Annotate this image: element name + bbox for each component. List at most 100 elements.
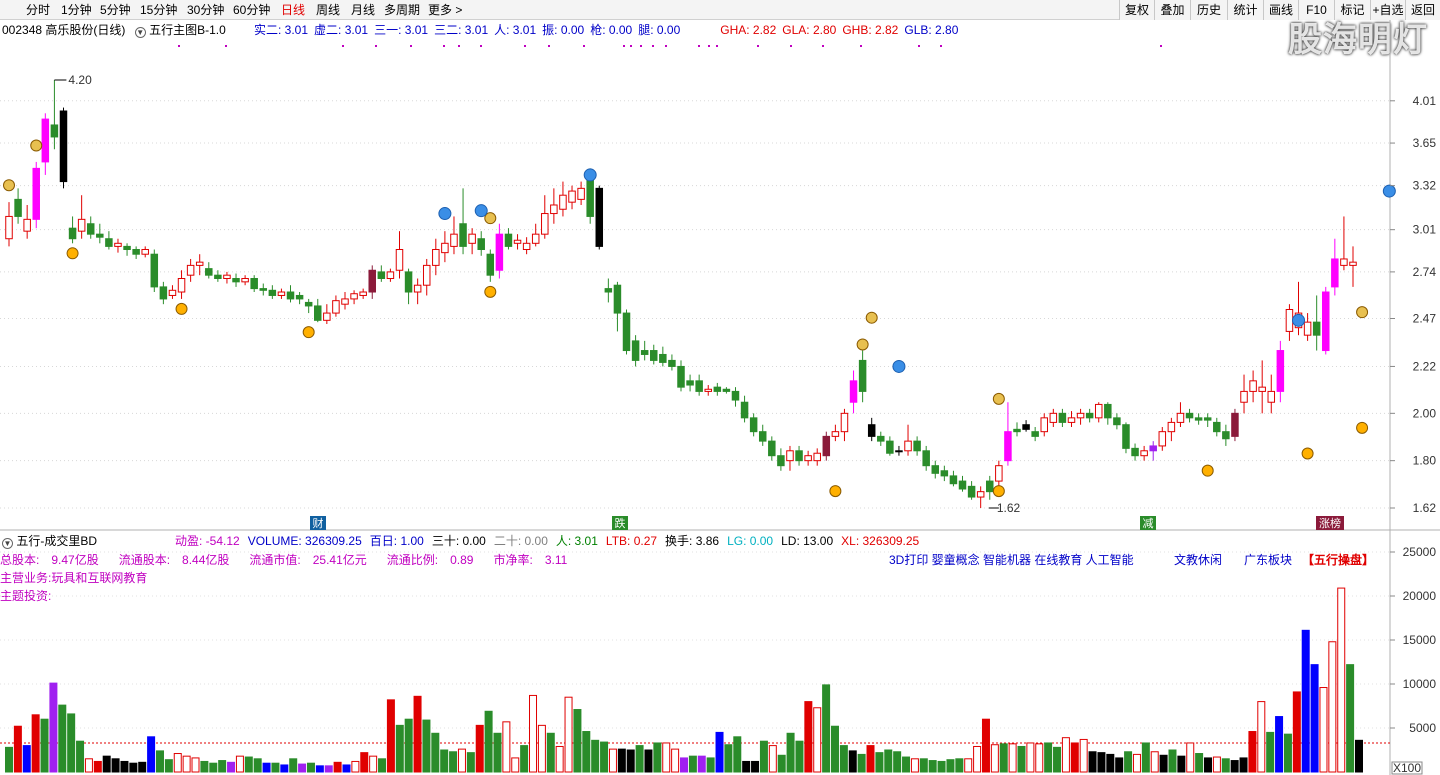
- blue-ball-icon: [438, 207, 452, 221]
- volume-bar: [644, 749, 653, 773]
- candle-body: [14, 198, 22, 217]
- volume-bar: [830, 725, 839, 773]
- candle-body: [1040, 417, 1048, 433]
- candle-body: [831, 431, 840, 437]
- signal-dot: [822, 45, 824, 47]
- candle-body: [422, 264, 431, 286]
- candle-body: [613, 284, 622, 314]
- volume-bar: [1159, 754, 1168, 773]
- volume-bar: [360, 752, 369, 773]
- volume-bar: [884, 749, 893, 773]
- candle-body: [813, 452, 821, 462]
- price-tick-label: 3.32: [1413, 179, 1437, 193]
- candle-body: [1322, 291, 1330, 352]
- volume-bar: [520, 745, 529, 773]
- volume-bar: [1088, 751, 1097, 773]
- candle-body: [541, 213, 549, 235]
- volume-bar: [1061, 737, 1070, 773]
- candle-body: [1222, 431, 1230, 440]
- candle-body: [940, 470, 949, 477]
- candle-body: [967, 485, 976, 498]
- candle-body: [1149, 445, 1157, 452]
- volume-bar: [742, 760, 751, 773]
- volume-bar: [617, 748, 626, 773]
- candle-body: [659, 353, 667, 363]
- volume-bar: [164, 759, 173, 773]
- volume-bar: [1168, 749, 1177, 773]
- candle-body: [522, 242, 531, 251]
- volume-bar: [413, 695, 422, 773]
- event-tag-label: 涨榜: [1319, 516, 1341, 530]
- volume-bar: [120, 760, 129, 773]
- candle-body: [1312, 321, 1321, 336]
- volume-bar: [1275, 716, 1284, 773]
- money-bag-icon: [992, 392, 1005, 405]
- orange-marker-icon: [302, 326, 315, 339]
- candle-body: [1049, 412, 1058, 423]
- event-tag-label: 跌: [615, 516, 626, 530]
- candle-body: [368, 269, 376, 293]
- candle-body: [677, 365, 685, 388]
- signal-dot: [652, 45, 654, 47]
- volume-bar: [1044, 742, 1053, 773]
- candle-body: [958, 480, 967, 490]
- candle-body: [359, 291, 367, 296]
- candle-body: [259, 288, 268, 291]
- volume-bar: [484, 710, 493, 773]
- volume-bar: [662, 742, 671, 773]
- candle-body: [504, 233, 513, 247]
- signal-dot: [524, 45, 526, 47]
- candle-body: [68, 227, 77, 240]
- volume-bar: [999, 743, 1008, 773]
- candle-body: [195, 261, 204, 266]
- kline-chart[interactable]: 4.20 1.62 财 跌 减 涨榜 4.01 3.65 3.32 3.01 2.74 2.47 2.…: [0, 0, 1440, 775]
- volume-bar: [1292, 691, 1301, 773]
- candle-body: [1176, 412, 1185, 423]
- volume-bar: [111, 758, 120, 773]
- volume-bar: [946, 759, 955, 773]
- candle-body: [777, 455, 785, 467]
- candle-body: [304, 301, 313, 307]
- volume-bar: [502, 721, 511, 773]
- candle-body: [277, 291, 286, 296]
- candle-body: [795, 450, 803, 462]
- low-price-label: 1.62: [997, 501, 1021, 515]
- volume-bar: [271, 762, 280, 773]
- signal-dot: [548, 45, 550, 47]
- volume-bar: [1221, 758, 1230, 773]
- volume-bar: [1186, 742, 1195, 773]
- candle-body: [495, 233, 504, 271]
- candle-body: [786, 450, 794, 462]
- volume-bar: [866, 745, 875, 773]
- volume-bar: [537, 724, 546, 773]
- signal-dot: [375, 45, 377, 47]
- volume-bar: [955, 758, 964, 773]
- volume-bar: [1008, 743, 1017, 773]
- signal-dot: [640, 45, 642, 47]
- candle-body: [895, 450, 903, 453]
- signal-dot: [480, 45, 482, 47]
- signal-dot: [757, 45, 759, 47]
- candle-body: [1276, 350, 1285, 392]
- volume-bar: [822, 684, 831, 773]
- signal-dot: [630, 45, 632, 47]
- candle-body: [531, 233, 540, 244]
- candle-body: [1258, 386, 1266, 392]
- volume-bar: [386, 699, 395, 773]
- candle-body: [1131, 447, 1139, 457]
- candle-body: [168, 289, 177, 296]
- volume-bar: [5, 746, 13, 773]
- volume-bar: [40, 718, 49, 773]
- volume-bar: [990, 744, 999, 773]
- orange-marker-icon: [1301, 447, 1314, 460]
- volume-bar: [200, 760, 209, 773]
- candle-body: [1113, 417, 1121, 426]
- volume-bar: [910, 758, 919, 773]
- candle-body: [5, 215, 13, 240]
- volume-bar: [1106, 753, 1115, 773]
- candle-body: [386, 271, 395, 280]
- candle-body: [740, 401, 749, 419]
- candle-body: [622, 312, 631, 352]
- blue-ball-icon: [892, 359, 906, 373]
- volume-bar: [1346, 664, 1355, 773]
